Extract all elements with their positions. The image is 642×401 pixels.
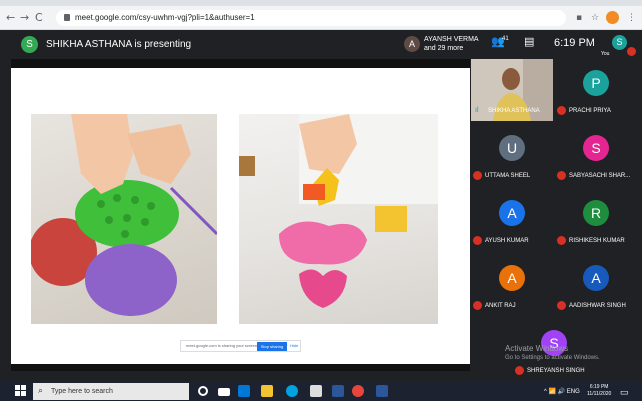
participant-tile[interactable]: U UTTAMA SHEEL (471, 124, 553, 186)
notification-icon[interactable]: ▭ (620, 388, 629, 397)
playdough-illustration-left (31, 114, 217, 316)
screen-share-bar: meet.google.com is sharing your screen. … (180, 340, 301, 352)
mic-muted-icon (473, 236, 482, 245)
participant-avatar: A (499, 200, 525, 226)
participant-name: AYUSH KUMAR (485, 238, 529, 244)
participant-tile[interactable]: P PRACHI PRIYA (555, 59, 637, 121)
attendees-label[interactable]: AYANSH VERMA and 29 more (424, 35, 479, 53)
playdough-photo-right (239, 114, 438, 324)
task-view-icon[interactable] (218, 388, 230, 396)
chat-icon[interactable]: ▤ (524, 36, 534, 48)
participant-name: ANKIT RAJ (485, 303, 516, 309)
media-icon[interactable] (332, 385, 344, 397)
participant-name: SABYASACHI SHAR... (569, 173, 631, 179)
word-icon[interactable] (376, 385, 388, 397)
attendees-avatar[interactable]: A (404, 36, 420, 52)
system-tray[interactable]: ^ 📶 🔊 ENG (544, 388, 580, 396)
participant-name: SHIKHA ASTHANA (488, 108, 540, 114)
participant-tile[interactable]: S SABYASACHI SHAR... (555, 124, 637, 186)
meeting-clock: 6:19 PM (554, 37, 595, 49)
address-bar[interactable]: meet.google.com/csy-uwhm-vgj?pli=1&authu… (56, 10, 566, 26)
self-avatar[interactable]: S (612, 35, 627, 50)
file-explorer-icon[interactable] (261, 385, 273, 397)
mic-muted-icon (473, 301, 482, 310)
cortana-icon[interactable] (198, 386, 208, 396)
extension-icon[interactable] (606, 11, 619, 24)
participant-name: PRACHI PRIYA (569, 108, 611, 114)
participant-name: AADISHWAR SINGH (569, 303, 626, 309)
presenting-label: SHIKHA ASTHANA is presenting (46, 39, 192, 50)
participant-name: RISHIKESH KUMAR (569, 238, 625, 244)
attendees-more: and 29 more (424, 45, 464, 52)
menu-icon[interactable]: ⋮ (627, 13, 636, 23)
playdough-illustration-right (239, 114, 438, 308)
participant-avatar: S (583, 135, 609, 161)
participant-tile-video[interactable]: ıl SHIKHA ASTHANA (471, 59, 553, 121)
speaking-icon: ıl (475, 107, 479, 114)
you-label: You (601, 51, 610, 57)
activate-windows-subtext: Go to Settings to activate Windows. (505, 355, 600, 361)
stop-sharing-button[interactable]: Stop sharing (257, 342, 287, 351)
participant-name: SHREYANSH SINGH (527, 368, 585, 374)
url-text: meet.google.com/csy-uwhm-vgj?pli=1&authu… (75, 13, 255, 22)
star-icon[interactable]: ☆ (591, 13, 599, 23)
participant-tile[interactable]: A AYUSH KUMAR (471, 189, 553, 251)
mic-muted-icon (557, 236, 566, 245)
people-count: 41 (502, 36, 509, 42)
edge-icon[interactable] (238, 385, 250, 397)
chrome-icon[interactable] (352, 385, 364, 397)
taskbar-search[interactable]: ⌕ Type here to search (33, 383, 189, 400)
attendees-name: AYANSH VERMA (424, 36, 479, 43)
edge-chromium-icon[interactable] (286, 385, 298, 397)
mic-muted-icon (557, 301, 566, 310)
mic-muted-icon (473, 171, 482, 180)
participant-tile[interactable]: A AADISHWAR SINGH (555, 254, 637, 316)
store-icon[interactable] (310, 385, 322, 397)
cast-icon[interactable]: ▪ (576, 13, 582, 23)
search-icon: ⌕ (38, 386, 44, 396)
participant-tile[interactable]: A ANKIT RAJ (471, 254, 553, 316)
back-button[interactable]: ← (6, 12, 15, 23)
participant-name: UTTAMA SHEEL (485, 173, 531, 179)
taskbar-date: 11/11/2020 (587, 391, 612, 397)
self-mic-muted-icon (627, 47, 636, 56)
mic-muted-icon (557, 171, 566, 180)
lock-icon (64, 14, 70, 21)
share-notice: meet.google.com is sharing your screen. (186, 343, 259, 348)
participant-avatar: A (499, 265, 525, 291)
presenter-avatar: S (21, 36, 38, 53)
participant-avatar: P (583, 70, 609, 96)
mic-muted-icon (557, 106, 566, 115)
participant-tile[interactable]: R RISHIKESH KUMAR (555, 189, 637, 251)
forward-button[interactable]: → (20, 12, 29, 23)
windows-start-icon[interactable] (15, 385, 26, 396)
participant-avatar: R (583, 200, 609, 226)
participant-avatar: A (583, 265, 609, 291)
reload-button[interactable]: C (35, 12, 43, 23)
tab-strip (0, 0, 642, 6)
hide-button[interactable]: Hide (290, 343, 298, 349)
playdough-photo-left (31, 114, 217, 324)
taskbar-time: 6:19 PM (589, 384, 609, 390)
taskbar-clock[interactable]: 6:19 PM 11/11/2020 (587, 384, 611, 398)
taskbar-search-placeholder: Type here to search (51, 388, 113, 395)
activate-windows-watermark: Activate Windows (505, 344, 569, 353)
mic-muted-icon (515, 366, 524, 375)
participant-avatar: U (499, 135, 525, 161)
